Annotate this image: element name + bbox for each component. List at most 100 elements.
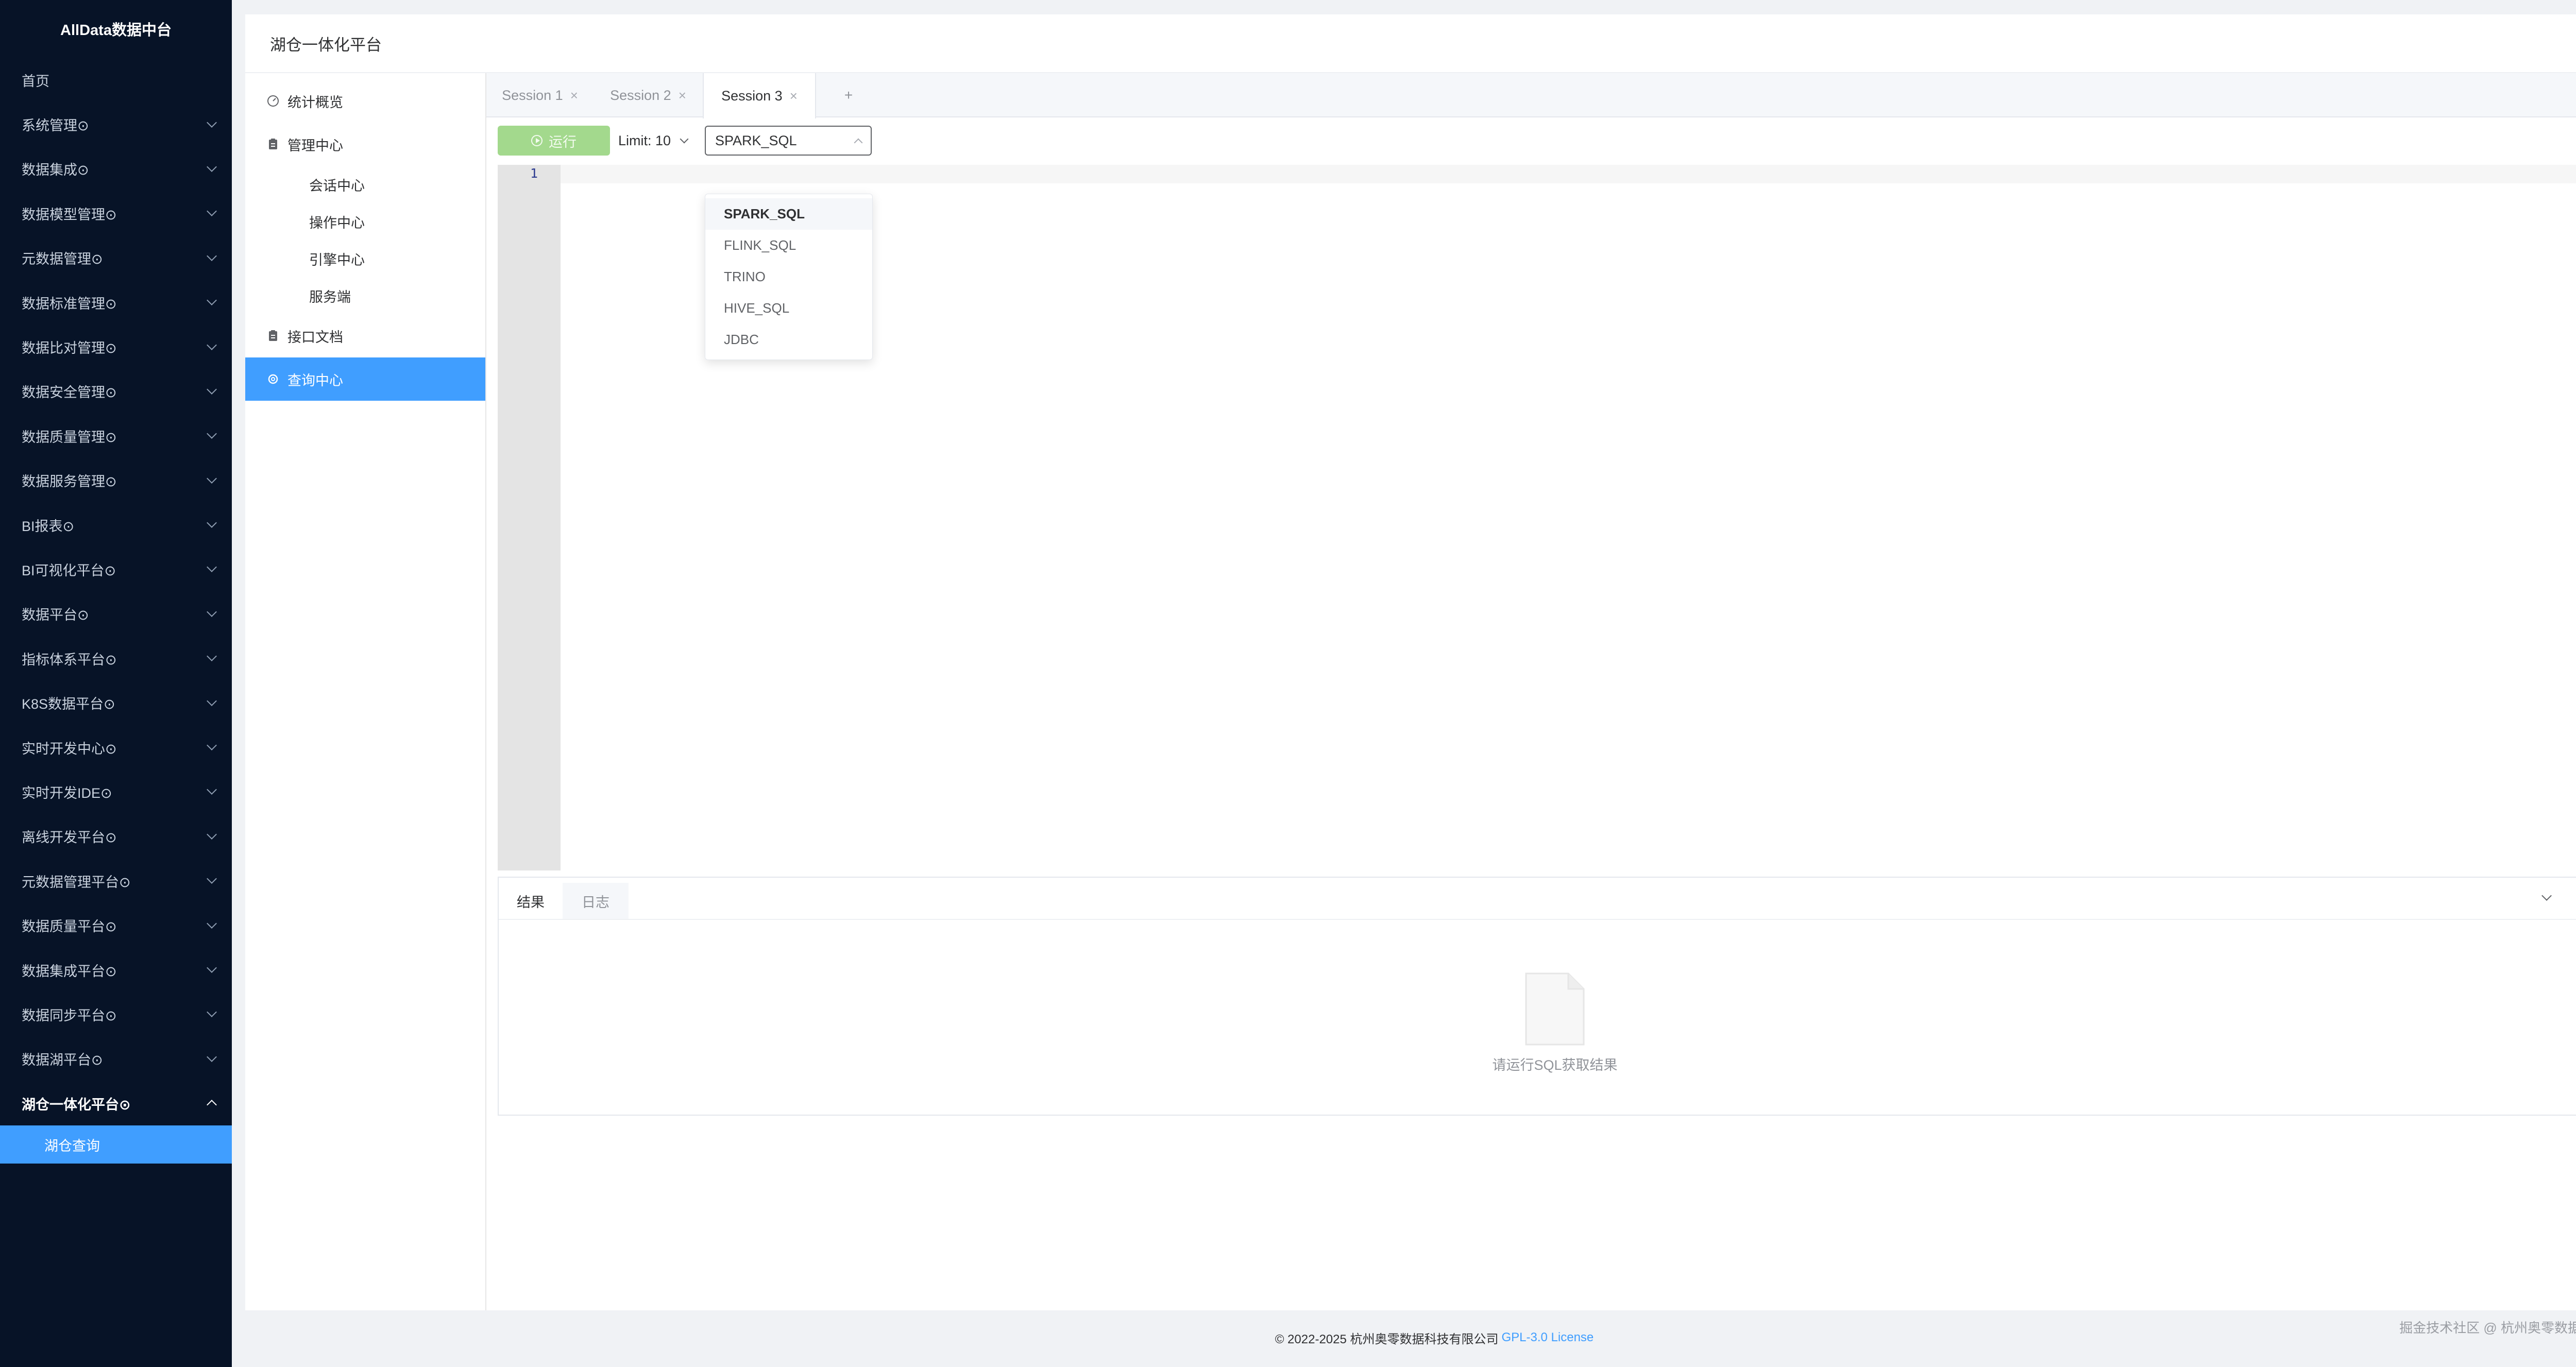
chevron-down-icon — [207, 740, 217, 750]
sidebar-item[interactable]: 指标体系平台⊙ — [0, 636, 232, 680]
sidebar-item[interactable]: 数据同步平台⊙ — [0, 992, 232, 1036]
empty-document-icon — [1524, 971, 1586, 1047]
engine-select[interactable]: SPARK_SQL — [705, 126, 872, 156]
sidebar-item-label: 指标体系平台⊙ — [22, 652, 117, 668]
sidebar-item[interactable]: 数据服务管理⊙ — [0, 458, 232, 503]
menu-item-engine-center[interactable]: 引擎中心 — [245, 240, 485, 277]
sidebar-item-label: 湖仓一体化平台⊙ — [22, 1097, 131, 1113]
copyright-text: © 2022-2025 杭州奥零数据科技有限公司 — [1275, 1332, 1499, 1346]
limit-select[interactable]: Limit: 10 — [618, 126, 689, 156]
sidebar-item-label: 首页 — [22, 73, 49, 89]
sidebar-item[interactable]: 数据标准管理⊙ — [0, 280, 232, 324]
sidebar-subitem-lakehouse-query[interactable]: 湖仓查询 — [0, 1125, 232, 1164]
line-number: 1 — [530, 166, 538, 181]
sidebar-item-label: 数据比对管理⊙ — [22, 340, 117, 356]
engine-option-jdbc[interactable]: JDBC — [705, 324, 872, 355]
tab-logs[interactable]: 日志 — [563, 883, 629, 919]
sidebar-item-label: 元数据管理⊙ — [22, 251, 103, 267]
play-icon — [531, 135, 543, 146]
sidebar-item-label: 系统管理⊙ — [22, 118, 89, 134]
sidebar-item[interactable]: 湖仓一体化平台⊙ — [0, 1081, 232, 1125]
menu-item-manage-center[interactable]: 管理中心 — [245, 123, 485, 166]
gear-icon — [267, 373, 279, 385]
sidebar-item-label: 数据模型管理⊙ — [22, 207, 117, 223]
brand-logo[interactable]: AllData数据中台 — [0, 0, 232, 58]
chevron-down-icon — [207, 784, 217, 795]
run-button[interactable]: 运行 — [498, 126, 610, 156]
sidebar-item-label: 数据安全管理⊙ — [22, 385, 117, 401]
chevron-down-icon — [207, 117, 217, 128]
sidebar-item[interactable]: 数据集成平台⊙ — [0, 948, 232, 992]
sidebar-item-label: BI可视化平台⊙ — [22, 562, 116, 578]
menu-item-session-center[interactable]: 会话中心 — [245, 166, 485, 203]
sidebar-item-label: 数据标准管理⊙ — [22, 296, 117, 312]
engine-option-spark-sql[interactable]: SPARK_SQL — [705, 198, 872, 230]
chevron-down-icon — [680, 134, 689, 144]
close-icon[interactable]: × — [790, 88, 798, 104]
menu-item-operation-center[interactable]: 操作中心 — [245, 203, 485, 240]
chevron-down-icon — [207, 250, 217, 261]
menu-item-api-docs[interactable]: 接口文档 — [245, 314, 485, 357]
menu-item-server[interactable]: 服务端 — [245, 277, 485, 314]
query-workspace: Session 1 × Session 2 × Session 3 × + 运行… — [486, 73, 2576, 1310]
chevron-down-icon — [207, 1007, 217, 1018]
close-icon[interactable]: × — [679, 88, 686, 104]
chevron-down-icon — [207, 651, 217, 662]
limit-value: Limit: 10 — [618, 132, 671, 148]
sidebar-item-label: BI报表⊙ — [22, 518, 75, 534]
run-button-label: 运行 — [549, 134, 577, 150]
dashboard-icon — [267, 95, 279, 107]
sidebar-item[interactable]: 数据比对管理⊙ — [0, 324, 232, 369]
tab-session-1[interactable]: Session 1 × — [486, 73, 594, 117]
sidebar-item[interactable]: 首页 — [0, 58, 232, 102]
menu-item-label: 查询中心 — [287, 372, 343, 388]
tab-results[interactable]: 结果 — [499, 883, 563, 919]
menu-item-query-center[interactable]: 查询中心 — [245, 357, 485, 401]
chevron-down-icon — [207, 829, 217, 840]
chevron-down-icon — [207, 1051, 217, 1062]
sidebar-item[interactable]: 实时开发IDE⊙ — [0, 770, 232, 814]
sidebar-item[interactable]: K8S数据平台⊙ — [0, 680, 232, 725]
chevron-down-icon — [207, 562, 217, 573]
license-link[interactable]: GPL-3.0 License — [1502, 1330, 1594, 1345]
sidebar-item[interactable]: 数据质量管理⊙ — [0, 414, 232, 458]
tab-label: Session 2 — [610, 87, 671, 103]
sidebar-item[interactable]: BI可视化平台⊙ — [0, 547, 232, 591]
chevron-down-icon — [207, 874, 217, 884]
sidebar-item[interactable]: 实时开发中心⊙ — [0, 725, 232, 770]
line-gutter: 1 — [498, 165, 561, 870]
sidebar-item[interactable]: 数据平台⊙ — [0, 592, 232, 636]
chevron-down-icon — [207, 206, 217, 217]
sidebar-item[interactable]: 数据安全管理⊙ — [0, 369, 232, 414]
page-title: 湖仓一体化平台 — [245, 14, 2576, 73]
sidebar-item-label: 实时开发中心⊙ — [22, 741, 117, 757]
tab-session-3[interactable]: Session 3 × — [703, 73, 816, 118]
sidebar-item-label: 数据湖平台⊙ — [22, 1052, 103, 1068]
sidebar-item[interactable]: 数据湖平台⊙ — [0, 1037, 232, 1081]
menu-item-label: 接口文档 — [287, 329, 343, 345]
sidebar-item[interactable]: 元数据管理⊙ — [0, 236, 232, 280]
sidebar-item[interactable]: BI报表⊙ — [0, 503, 232, 547]
sidebar-item[interactable]: 离线开发平台⊙ — [0, 814, 232, 859]
tab-label: Session 1 — [502, 87, 563, 103]
sidebar-item-label: 数据质量平台⊙ — [22, 919, 117, 935]
chevron-down-icon — [207, 606, 217, 617]
engine-dropdown: SPARK_SQL FLINK_SQL TRINO HIVE_SQL JDBC — [705, 194, 873, 360]
engine-option-trino[interactable]: TRINO — [705, 261, 872, 293]
sidebar-item[interactable]: 数据集成⊙ — [0, 147, 232, 191]
menu-item-overview[interactable]: 统计概览 — [245, 79, 485, 123]
chevron-down-icon[interactable] — [2541, 891, 2552, 901]
chevron-down-icon — [207, 963, 217, 973]
sidebar-item[interactable]: 元数据管理平台⊙ — [0, 859, 232, 903]
chevron-up-icon — [207, 1100, 217, 1110]
close-icon[interactable]: × — [570, 88, 578, 104]
sidebar-item[interactable]: 数据质量平台⊙ — [0, 903, 232, 947]
engine-option-hive-sql[interactable]: HIVE_SQL — [705, 293, 872, 324]
sidebar-item[interactable]: 系统管理⊙ — [0, 102, 232, 146]
sidebar-item[interactable]: 数据模型管理⊙ — [0, 191, 232, 235]
menu-item-label: 统计概览 — [287, 94, 343, 110]
active-line[interactable] — [561, 165, 2576, 183]
add-tab-button[interactable]: + — [837, 83, 860, 107]
engine-option-flink-sql[interactable]: FLINK_SQL — [705, 230, 872, 261]
tab-session-2[interactable]: Session 2 × — [594, 73, 703, 117]
